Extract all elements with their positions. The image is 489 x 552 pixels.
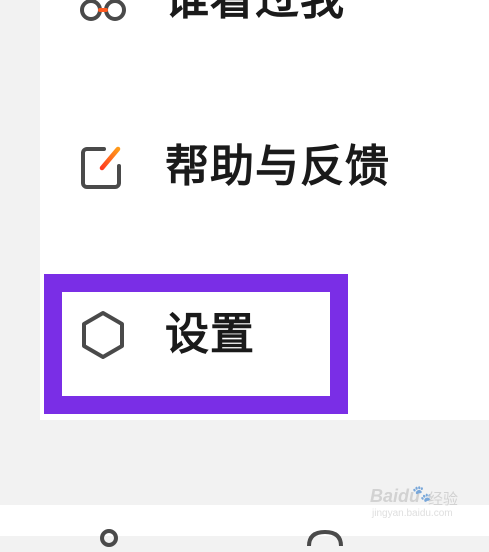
menu-item-label: 谁看过我 (165, 0, 345, 25)
watermark-word: 经验 (428, 490, 459, 508)
glasses-icon (78, 0, 128, 25)
watermark: Baidu 🐾 经验 jingyan.baidu.com (370, 484, 480, 524)
tab-person-icon[interactable] (92, 528, 126, 548)
feedback-edit-icon (78, 142, 128, 192)
menu-item-help-feedback[interactable]: 帮助与反馈 (40, 106, 489, 226)
menu-item-label: 设置 (165, 309, 255, 360)
menu-item-visitors[interactable]: 谁看过我 (40, 0, 489, 60)
tab-chat-icon[interactable] (305, 528, 343, 548)
menu-item-settings[interactable]: 设置 (40, 276, 489, 396)
settings-hexagon-icon (78, 310, 128, 360)
menu-item-label: 帮助与反馈 (165, 141, 390, 192)
watermark-url: jingyan.baidu.com (372, 508, 453, 519)
